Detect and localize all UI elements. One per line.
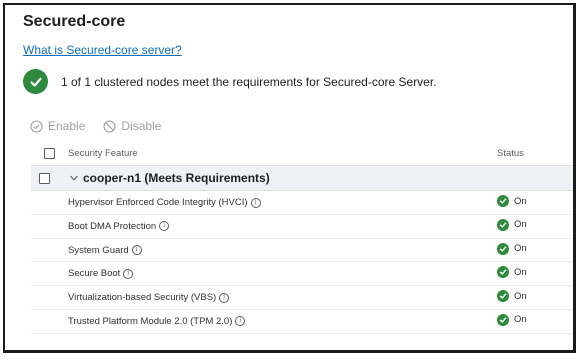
info-icon[interactable]: i <box>250 197 261 208</box>
status-text: On <box>514 243 527 255</box>
check-circle-outline-icon <box>30 119 43 133</box>
info-icon[interactable]: i <box>235 316 246 327</box>
enable-label: Enable <box>48 119 86 133</box>
table-row[interactable]: Hypervisor Enforced Code Integrity (HVCI… <box>31 191 573 215</box>
check-circle-icon <box>497 266 509 279</box>
status-text: On <box>514 290 527 302</box>
table-header: Security Feature Status <box>31 143 573 166</box>
feature-name: Secure Boot <box>68 268 121 280</box>
info-icon[interactable]: i <box>123 268 134 279</box>
feature-name: Trusted Platform Module 2.0 (TPM 2.0) <box>68 315 233 327</box>
check-circle-icon <box>497 242 509 255</box>
disable-label: Disable <box>121 119 162 133</box>
status-text: On <box>514 195 527 207</box>
feature-name: Boot DMA Protection <box>68 220 157 232</box>
secured-core-panel: Secured-core What is Secured-core server… <box>3 3 576 353</box>
info-icon[interactable]: i <box>159 221 170 232</box>
table-row[interactable]: System Guard i On <box>31 239 573 263</box>
table-row[interactable]: Secure Boot i On <box>31 262 573 287</box>
feature-name: Hypervisor Enforced Code Integrity (HVCI… <box>68 197 248 208</box>
status-text: On <box>514 266 527 278</box>
summary-text: 1 of 1 clustered nodes meet the requirem… <box>61 74 437 89</box>
feature-name: System Guard <box>68 244 129 256</box>
security-features-table: Security Feature Status cooper-n1 (Meets… <box>31 143 573 334</box>
check-circle-icon <box>497 290 509 303</box>
feature-name: Virtualization-based Security (VBS) <box>68 292 217 304</box>
status-text: On <box>514 314 527 326</box>
chevron-down-icon[interactable] <box>69 173 79 183</box>
table-row[interactable]: Virtualization-based Security (VBS) i On <box>31 286 573 310</box>
disable-button[interactable]: Disable <box>103 119 161 133</box>
info-icon[interactable]: i <box>131 245 142 256</box>
column-header-status: Status <box>497 148 524 159</box>
column-header-feature: Security Feature <box>68 148 138 159</box>
table-row[interactable]: Trusted Platform Module 2.0 (TPM 2.0) i O… <box>31 310 573 334</box>
table-row[interactable]: Boot DMA Protection i On <box>31 215 573 239</box>
check-circle-icon <box>497 218 509 231</box>
check-circle-icon <box>497 313 509 326</box>
check-circle-icon <box>497 195 509 207</box>
enable-button[interactable]: Enable <box>30 119 85 133</box>
toolbar: Enable Disable <box>30 119 179 133</box>
help-link[interactable]: What is Secured-core server? <box>23 43 182 57</box>
prohibited-icon <box>103 119 116 133</box>
status-text: On <box>514 219 527 231</box>
info-icon[interactable]: i <box>219 292 230 303</box>
group-row[interactable]: cooper-n1 (Meets Requirements) <box>31 166 573 191</box>
group-checkbox[interactable] <box>39 173 50 184</box>
group-label: cooper-n1 (Meets Requirements) <box>83 171 270 185</box>
page-title: Secured-core <box>23 13 126 30</box>
check-circle-icon <box>23 69 48 94</box>
select-all-checkbox[interactable] <box>44 148 55 159</box>
summary-banner: 1 of 1 clustered nodes meet the requirem… <box>23 69 437 94</box>
